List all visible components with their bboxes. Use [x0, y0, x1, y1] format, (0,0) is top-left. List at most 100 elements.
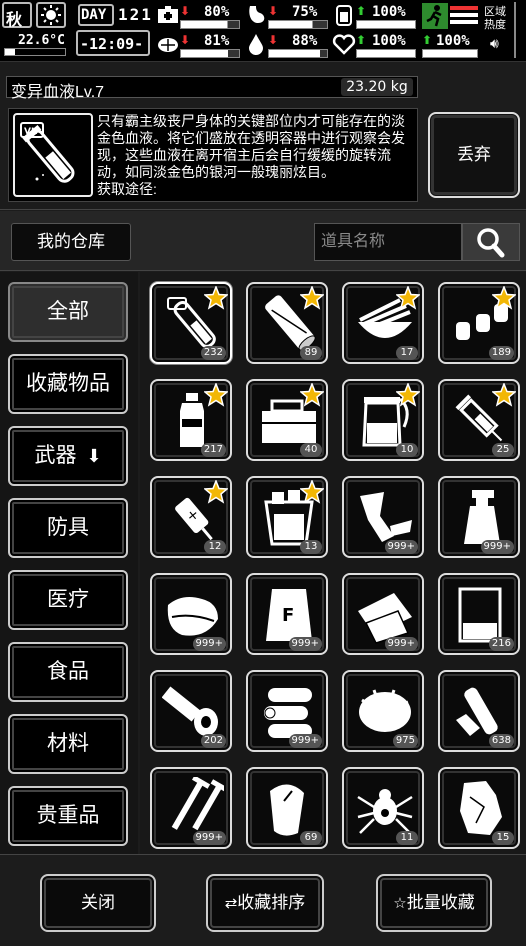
item-count: 217	[200, 443, 226, 457]
region-heat-label: 区域热度	[484, 6, 506, 31]
category-sidebar: 全部 收藏物品 武器 ⬇ 防具 医疗 食品 材料 贵重品	[0, 272, 138, 854]
category-label: 收藏物品	[26, 372, 110, 395]
item-name: 变异血液Lv.7	[11, 84, 105, 101]
category-materials[interactable]: 材料	[8, 714, 128, 774]
beaker-icon	[458, 587, 502, 643]
stat-bar	[356, 49, 416, 58]
favorite-star-icon	[396, 286, 420, 310]
favorite-star-icon	[300, 480, 324, 504]
item-slot[interactable]: 202	[150, 670, 232, 752]
stat-value: 80%	[204, 4, 230, 20]
search-icon	[477, 228, 505, 258]
close-label: 关闭	[81, 893, 115, 912]
category-favorites[interactable]: 收藏物品	[8, 354, 128, 414]
fur-icon	[359, 689, 411, 732]
star-outline-icon: ☆	[393, 895, 407, 912]
item-slot[interactable]: 11	[342, 767, 424, 849]
day-label: DAY	[81, 7, 107, 23]
item-slot[interactable]: 69	[246, 767, 328, 849]
item-slot[interactable]: 232	[150, 282, 232, 364]
item-slot[interactable]: 975	[342, 670, 424, 752]
status-edge	[514, 2, 526, 58]
discard-button[interactable]: 丢弃	[428, 112, 520, 198]
item-search-input[interactable]	[314, 223, 462, 261]
item-count: 202	[200, 734, 226, 748]
batch-favorite-button[interactable]: ☆批量收藏	[376, 874, 492, 932]
thermometer-icon	[4, 48, 66, 56]
category-medical[interactable]: 医疗	[8, 570, 128, 630]
item-slot[interactable]: 13	[246, 476, 328, 558]
category-all[interactable]: 全部	[8, 282, 128, 342]
water-drop-icon	[249, 34, 263, 55]
item-count: 216	[488, 637, 514, 651]
item-slot[interactable]: 15	[438, 767, 520, 849]
close-button[interactable]: 关闭	[40, 874, 156, 932]
category-food[interactable]: 食品	[8, 642, 128, 702]
item-slot[interactable]: 638	[438, 670, 520, 752]
stamina-bar-2	[450, 13, 478, 17]
item-source-label: 获取途径:	[97, 181, 157, 197]
trend-down-icon: ⬇	[180, 33, 191, 47]
favorite-star-icon	[204, 286, 228, 310]
item-slot[interactable]: 217	[150, 379, 232, 461]
trend-up-icon: ⬆	[356, 33, 367, 47]
favorite-sort-button[interactable]: ⇄收藏排序	[206, 874, 324, 932]
stat-value: 88%	[292, 33, 318, 49]
favorite-star-icon	[300, 286, 324, 310]
svg-text:F: F	[282, 605, 294, 626]
item-slot[interactable]: 999+	[438, 476, 520, 558]
item-slot[interactable]: 25	[438, 379, 520, 461]
item-slot[interactable]: 17	[342, 282, 424, 364]
item-slot[interactable]: 999+	[150, 767, 232, 849]
category-label: 食品	[47, 660, 89, 683]
item-count: 15	[492, 831, 514, 845]
stat-bar	[180, 49, 240, 58]
item-count: 40	[300, 443, 322, 457]
item-count: 12	[204, 540, 226, 554]
clock-panel: -12:09-	[76, 30, 150, 56]
item-count: 999+	[384, 637, 418, 651]
season-badge: 秋	[2, 2, 32, 29]
speaker-icon[interactable]: 🔊︎	[490, 36, 499, 52]
item-description-text: 只有霸主级丧尸身体的关键部位内才可能存在的淡金色血液。将它们盛放在透明容器中进行…	[97, 113, 405, 180]
item-count: 999+	[288, 734, 322, 748]
sort-arrows-icon: ⇄	[224, 895, 238, 912]
item-slot[interactable]: 89	[246, 282, 328, 364]
item-count: 999+	[192, 831, 226, 845]
item-slot[interactable]: 999+	[150, 573, 232, 655]
turtle-icon	[158, 38, 178, 52]
stat-value: 100%	[372, 33, 406, 49]
mouse-icon	[270, 784, 304, 836]
sun-icon	[36, 2, 66, 28]
day-badge: DAY	[78, 4, 114, 26]
category-armor[interactable]: 防具	[8, 498, 128, 558]
item-grid: 232 89 17 189 217 40 10 25 +12 13 999+ 999+ 999+ F 999…	[140, 272, 526, 854]
item-slot[interactable]: 40	[246, 379, 328, 461]
item-slot[interactable]: 999+	[246, 670, 328, 752]
runner-icon	[422, 3, 448, 29]
trend-up-icon: ⬆	[422, 33, 433, 47]
item-count: 89	[300, 346, 322, 360]
favorite-star-icon	[204, 480, 228, 504]
item-slot[interactable]: F 999+	[246, 573, 328, 655]
item-slot[interactable]: 10	[342, 379, 424, 461]
search-button[interactable]	[462, 223, 520, 261]
item-slot[interactable]: 999+	[342, 573, 424, 655]
item-slot[interactable]: 999+	[342, 476, 424, 558]
status-bar: 秋 DAY 121 22.6°C -12:09- ⬇ 80% ⬇ 75% ⬆ 1…	[0, 0, 526, 62]
warehouse-tab[interactable]: 我的仓库	[11, 223, 131, 261]
battery-icon	[336, 5, 352, 26]
temperature: 22.6°C	[18, 33, 65, 48]
nails-icon	[171, 777, 224, 831]
category-weapons[interactable]: 武器 ⬇	[8, 426, 128, 486]
item-count: 999+	[480, 540, 514, 554]
item-slot[interactable]: +12	[150, 476, 232, 558]
category-label: 防具	[47, 516, 89, 539]
category-valuables[interactable]: 贵重品	[8, 786, 128, 846]
item-weight: 23.20 kg	[341, 78, 413, 96]
medkit-icon	[158, 6, 178, 23]
vial-icon: VII	[20, 122, 75, 183]
item-count: 17	[396, 346, 418, 360]
item-slot[interactable]: 189	[438, 282, 520, 364]
item-slot[interactable]: 216	[438, 573, 520, 655]
